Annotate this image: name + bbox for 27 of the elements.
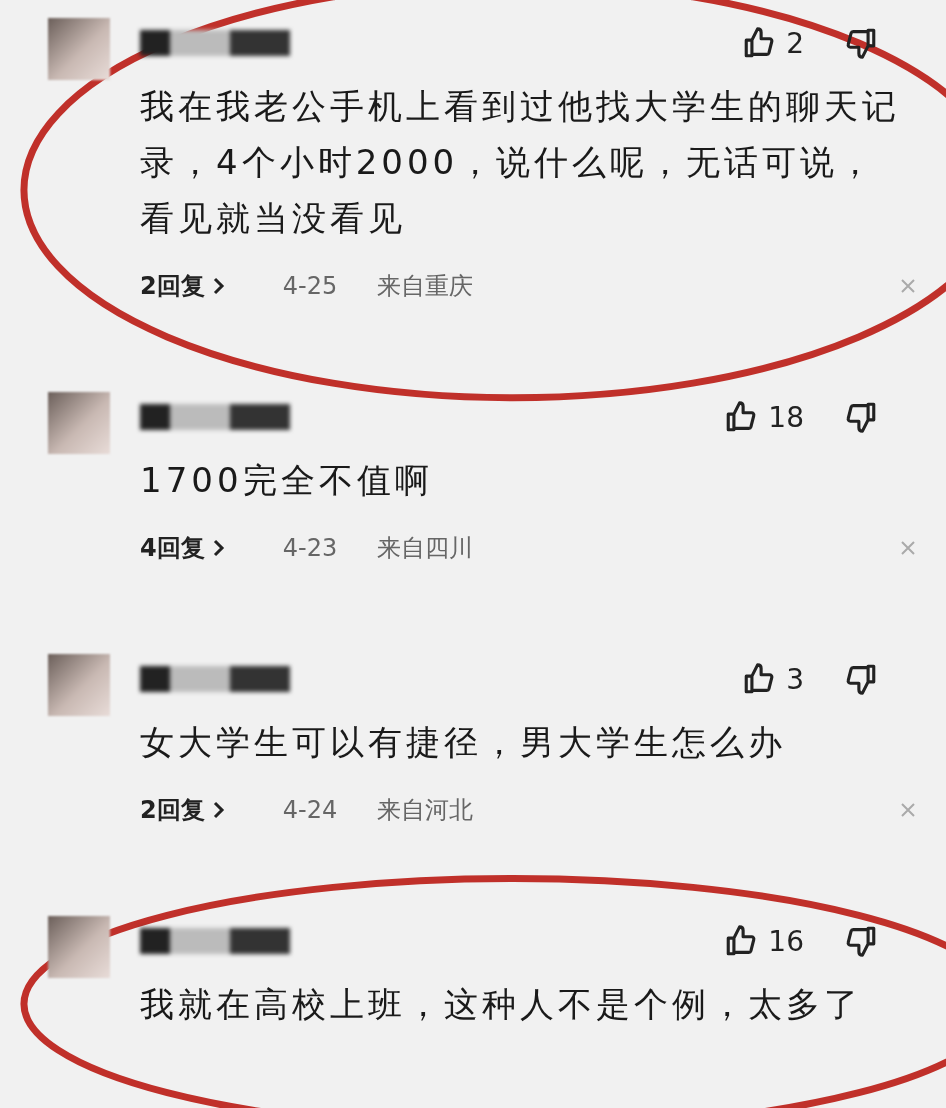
comment-text: 女大学生可以有捷径，男大学生怎么办 bbox=[140, 721, 787, 764]
avatar-placeholder[interactable] bbox=[48, 392, 110, 454]
like-count: 16 bbox=[768, 924, 804, 958]
thumbs-down-icon[interactable] bbox=[844, 662, 878, 696]
like-count: 18 bbox=[768, 400, 804, 434]
chevron-icon bbox=[212, 539, 225, 557]
avatar-placeholder[interactable] bbox=[48, 654, 110, 716]
comment-location: 来自四川 bbox=[377, 533, 474, 564]
comment-date: 4-23 bbox=[282, 534, 338, 562]
chevron-icon bbox=[212, 277, 225, 295]
comment-text: 我在我老公手机上看到过他找大学生的聊天记录，4个小时2000，说什么呢，无话可说，看见就当没看见 bbox=[140, 85, 901, 240]
thumbs-down-icon[interactable] bbox=[844, 400, 878, 434]
replies-link[interactable]: 4回复 bbox=[140, 532, 225, 564]
replies-link[interactable]: 2回复 bbox=[140, 270, 225, 302]
avatar-placeholder[interactable] bbox=[48, 18, 110, 80]
comment-location: 来自重庆 bbox=[377, 271, 474, 302]
comment-text: 1700完全不值啊 bbox=[140, 459, 434, 502]
thumbs-down-icon[interactable] bbox=[844, 26, 878, 60]
like-count: 3 bbox=[786, 662, 804, 696]
like-count: 2 bbox=[786, 26, 804, 60]
replies-link[interactable]: 2回复 bbox=[140, 794, 225, 826]
thumbs-down-icon[interactable] bbox=[844, 924, 878, 958]
comment-text: 我就在高校上班，这种人不是个例，太多了 bbox=[140, 983, 863, 1026]
chevron-icon bbox=[212, 801, 225, 819]
comment-date: 4-24 bbox=[282, 796, 338, 824]
comment-date: 4-25 bbox=[282, 272, 338, 300]
comment-location: 来自河北 bbox=[377, 795, 474, 826]
